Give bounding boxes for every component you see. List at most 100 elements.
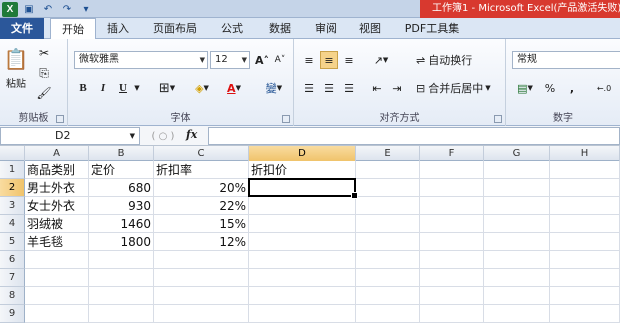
cell-g5[interactable] xyxy=(484,233,550,251)
tab-pdf-tools[interactable]: PDF工具集 xyxy=(396,18,468,39)
cell-g1[interactable] xyxy=(484,161,550,179)
row-header-7[interactable]: 7 xyxy=(0,269,25,287)
cell-c4[interactable]: 15% xyxy=(154,215,249,233)
column-header-b[interactable]: B xyxy=(89,146,154,161)
cell-d1[interactable]: 折扣价 xyxy=(249,161,356,179)
row-header-9[interactable]: 9 xyxy=(0,305,25,323)
tab-home[interactable]: 开始 xyxy=(50,18,96,40)
column-header-d[interactable]: D xyxy=(249,146,356,161)
align-middle-icon[interactable]: ≡ xyxy=(320,51,338,69)
row-header-8[interactable]: 8 xyxy=(0,287,25,305)
copy-icon[interactable]: ⎘ xyxy=(36,65,52,81)
cell-c5[interactable]: 12% xyxy=(154,233,249,251)
align-top-icon[interactable]: ≡ xyxy=(300,51,318,69)
cell-b3[interactable]: 930 xyxy=(89,197,154,215)
cell-h5[interactable] xyxy=(550,233,620,251)
cell-a9[interactable] xyxy=(25,305,89,323)
column-header-h[interactable]: H xyxy=(550,146,620,161)
redo-icon[interactable]: ↷ xyxy=(59,2,75,17)
cell-e5[interactable] xyxy=(356,233,420,251)
cell-a3[interactable]: 女士外衣 xyxy=(25,197,89,215)
cell-f5[interactable] xyxy=(420,233,484,251)
tab-view[interactable]: 视图 xyxy=(350,18,390,39)
paste-icon[interactable]: 📋 xyxy=(4,45,29,73)
row-header-1[interactable]: 1 xyxy=(0,161,25,179)
decrease-indent-icon[interactable]: ⇤ xyxy=(368,79,386,97)
cell-c8[interactable] xyxy=(154,287,249,305)
cell-h9[interactable] xyxy=(550,305,620,323)
cell-c2[interactable]: 20% xyxy=(154,179,249,197)
increase-indent-icon[interactable]: ⇥ xyxy=(388,79,406,97)
cell-g3[interactable] xyxy=(484,197,550,215)
cell-c1[interactable]: 折扣率 xyxy=(154,161,249,179)
tab-page-layout[interactable]: 页面布局 xyxy=(144,18,206,39)
grow-font-button[interactable]: A˄ xyxy=(254,51,270,69)
wrap-text-button[interactable]: ⇌ 自动换行 xyxy=(416,51,504,69)
align-right-icon[interactable]: ☰ xyxy=(340,79,358,97)
cell-a1[interactable]: 商品类别 xyxy=(25,161,89,179)
tab-review[interactable]: 审阅 xyxy=(306,18,346,39)
align-center-icon[interactable]: ☰ xyxy=(320,79,338,97)
name-box[interactable]: D2 ▼ xyxy=(0,127,140,145)
tab-formulas[interactable]: 公式 xyxy=(210,18,254,39)
save-icon[interactable]: ▣ xyxy=(21,2,37,17)
cell-f4[interactable] xyxy=(420,215,484,233)
cell-h7[interactable] xyxy=(550,269,620,287)
cell-b6[interactable] xyxy=(89,251,154,269)
cell-h2[interactable] xyxy=(550,179,620,197)
insert-function-icon[interactable]: fx xyxy=(186,128,197,141)
row-header-6[interactable]: 6 xyxy=(0,251,25,269)
cell-a5[interactable]: 羊毛毯 xyxy=(25,233,89,251)
font-launcher-icon[interactable] xyxy=(282,115,290,123)
cell-f2[interactable] xyxy=(420,179,484,197)
cell-c3[interactable]: 22% xyxy=(154,197,249,215)
cell-g9[interactable] xyxy=(484,305,550,323)
cell-b7[interactable] xyxy=(89,269,154,287)
row-header-5[interactable]: 5 xyxy=(0,233,25,251)
cell-h8[interactable] xyxy=(550,287,620,305)
cell-b4[interactable]: 1460 xyxy=(89,215,154,233)
cell-f9[interactable] xyxy=(420,305,484,323)
font-size-combo[interactable]: 12 ▼ xyxy=(210,51,250,69)
worksheet-grid[interactable]: ABCDEFGH 123456789 商品类别 定价 折扣率 折扣价 男士外衣 680 20… xyxy=(0,146,620,323)
cell-a2[interactable]: 男士外衣 xyxy=(25,179,89,197)
shrink-font-button[interactable]: A˅ xyxy=(272,51,288,69)
undo-icon[interactable]: ↶ xyxy=(40,2,56,17)
cell-f8[interactable] xyxy=(420,287,484,305)
cell-e7[interactable] xyxy=(356,269,420,287)
select-all-corner[interactable] xyxy=(0,146,25,161)
cell-b1[interactable]: 定价 xyxy=(89,161,154,179)
cell-b8[interactable] xyxy=(89,287,154,305)
column-header-a[interactable]: A xyxy=(25,146,89,161)
font-name-combo[interactable]: 微软雅黑 ▼ xyxy=(74,51,208,69)
paste-button[interactable]: 粘贴 xyxy=(2,75,30,90)
cell-d7[interactable] xyxy=(249,269,356,287)
format-painter-icon[interactable]: 🖌 xyxy=(36,85,52,101)
cell-g7[interactable] xyxy=(484,269,550,287)
row-header-4[interactable]: 4 xyxy=(0,215,25,233)
cell-b2[interactable]: 680 xyxy=(89,179,154,197)
column-header-g[interactable]: G xyxy=(484,146,550,161)
column-header-f[interactable]: F xyxy=(420,146,484,161)
bold-button[interactable]: B xyxy=(74,79,92,97)
underline-button[interactable]: U xyxy=(114,79,132,97)
font-color-icon[interactable]: A ▼ xyxy=(220,79,248,97)
cell-e3[interactable] xyxy=(356,197,420,215)
clipboard-launcher-icon[interactable] xyxy=(56,115,64,123)
tab-data[interactable]: 数据 xyxy=(258,18,302,39)
customize-qat-icon[interactable]: ▾ xyxy=(78,2,94,17)
cell-f1[interactable] xyxy=(420,161,484,179)
cell-d9[interactable] xyxy=(249,305,356,323)
orientation-icon[interactable]: ↗ ▼ xyxy=(368,51,394,69)
cut-icon[interactable]: ✂ xyxy=(36,45,52,61)
cell-b9[interactable] xyxy=(89,305,154,323)
tab-file[interactable]: 文件 xyxy=(0,18,44,39)
column-header-c[interactable]: C xyxy=(154,146,249,161)
cell-f3[interactable] xyxy=(420,197,484,215)
phonetic-icon[interactable]: 變 ▼ xyxy=(260,79,288,97)
cell-d4[interactable] xyxy=(249,215,356,233)
cell-c9[interactable] xyxy=(154,305,249,323)
cell-h1[interactable] xyxy=(550,161,620,179)
cell-a4[interactable]: 羽绒被 xyxy=(25,215,89,233)
cell-d5[interactable] xyxy=(249,233,356,251)
